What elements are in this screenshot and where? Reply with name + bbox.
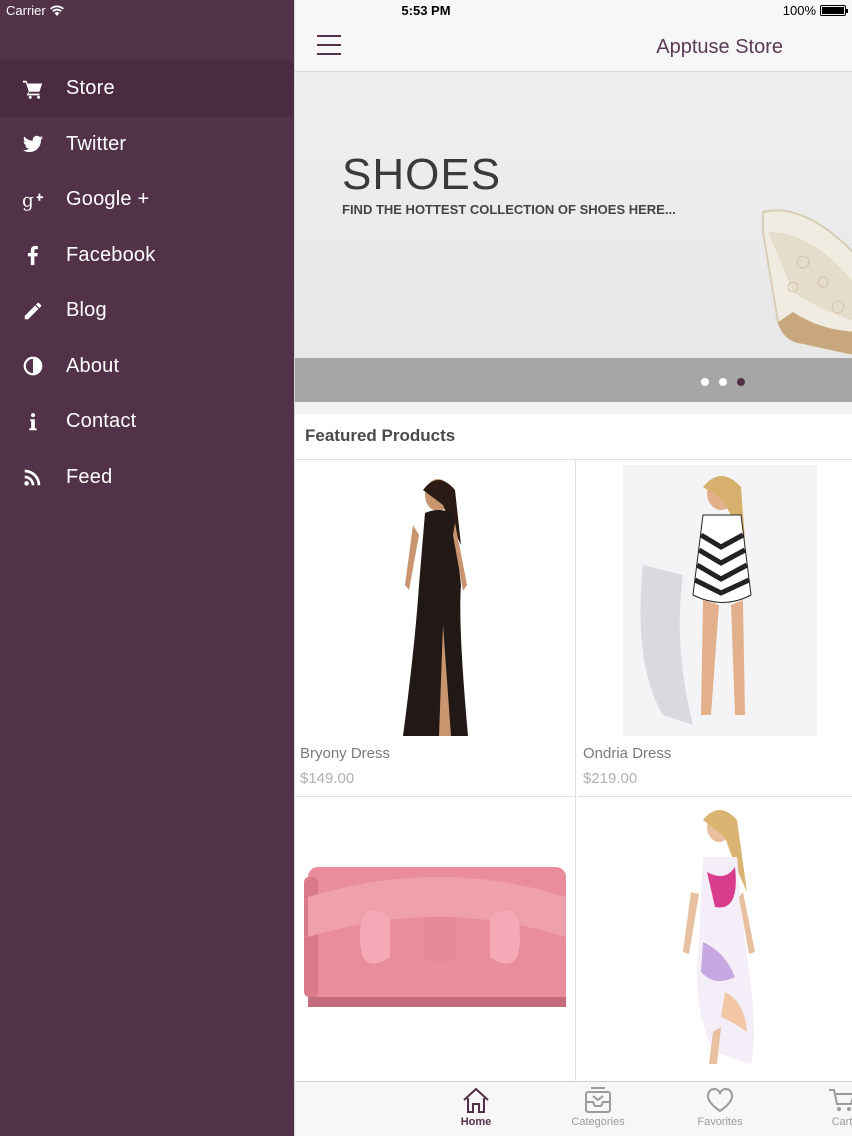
shoe-image [762,209,852,355]
cart-icon [829,1089,852,1111]
sidebar-item-label: About [66,354,120,377]
status-time: 5:53 PM [401,3,451,18]
tab-label: Home [460,1116,492,1128]
sidebar-item-label: Store [66,77,115,100]
svg-text:g: g [22,190,34,211]
google-plus-icon: g [0,189,66,211]
sidebar-item-label: Facebook [66,243,156,266]
product-card[interactable] [295,797,576,1087]
inbox-icon [585,1087,611,1113]
sidebar-item-label: Contact [66,410,137,433]
tab-favorites[interactable]: Favorites [680,1086,760,1128]
slide-indicator[interactable] [701,378,745,386]
sidebar-item-twitter[interactable]: Twitter [0,117,294,173]
section-divider [295,402,852,414]
sidebar-menu: Store Twitter g Google + Facebook Blog A… [0,61,294,505]
sidebar-item-about[interactable]: About [0,339,294,395]
sidebar-item-label: Blog [66,299,107,322]
sidebar-item-contact[interactable]: Contact [0,394,294,450]
bottom-tab-bar: Home Categories Favorites Cart [295,1081,852,1136]
sidebar-item-google-plus[interactable]: g Google + [0,172,294,228]
rss-icon [0,466,66,488]
twitter-icon [0,133,66,155]
slide-dot[interactable] [719,378,727,386]
banner-slider[interactable]: SHOES FIND THE HOTTEST COLLECTION OF SHO… [295,72,852,402]
product-price: $149.00 [300,770,355,787]
product-image [655,802,784,1072]
tab-home[interactable]: Home [436,1086,516,1128]
sidebar: Store Twitter g Google + Facebook Blog A… [0,0,294,1136]
featured-products-heading: Featured Products [295,414,852,460]
banner-subtitle: FIND THE HOTTEST COLLECTION OF SHOES HER… [342,202,676,217]
battery-label: 100% [782,3,816,18]
tab-label: Cart [831,1116,852,1128]
status-bar: Carrier 5:53 PM 100% [0,0,852,22]
facebook-icon [0,244,66,266]
main-content: Apptuse Store SHOES FIND THE HOTTEST COL… [294,0,852,1136]
tab-categories[interactable]: Categories [558,1086,638,1128]
product-card[interactable]: Ondria Dress $219.00 [578,460,852,797]
product-image [343,465,528,736]
page-title: Apptuse Store [656,36,783,58]
product-price: $219.00 [583,770,638,787]
sidebar-item-store[interactable]: Store [0,61,294,117]
product-image [623,465,817,736]
sidebar-item-facebook[interactable]: Facebook [0,228,294,284]
product-name: Bryony Dress [300,745,391,762]
heart-icon [706,1087,734,1113]
banner-caption-bar [295,358,852,402]
product-card[interactable] [578,797,852,1087]
sidebar-item-feed[interactable]: Feed [0,450,294,506]
sidebar-item-label: Twitter [66,132,127,155]
cart-icon [0,78,66,100]
pencil-icon [0,300,66,322]
status-battery: 100% [782,3,848,18]
contrast-icon [0,355,66,377]
banner-title: SHOES [342,150,502,199]
tab-cart[interactable]: Cart [802,1086,852,1128]
sidebar-item-blog[interactable]: Blog [0,283,294,339]
tab-label: Categories [571,1116,625,1128]
slide-dot[interactable] [701,378,709,386]
info-icon [0,411,66,433]
hamburger-menu-icon[interactable] [317,35,341,55]
tab-label: Favorites [697,1116,743,1128]
product-name: Ondria Dress [583,745,672,762]
home-icon [463,1087,489,1113]
slide-dot-active[interactable] [737,378,745,386]
product-card[interactable]: Bryony Dress $149.00 [295,460,576,797]
sidebar-item-label: Feed [66,465,113,488]
product-image [304,867,566,1007]
battery-icon [820,5,848,16]
sidebar-item-label: Google + [66,188,150,211]
